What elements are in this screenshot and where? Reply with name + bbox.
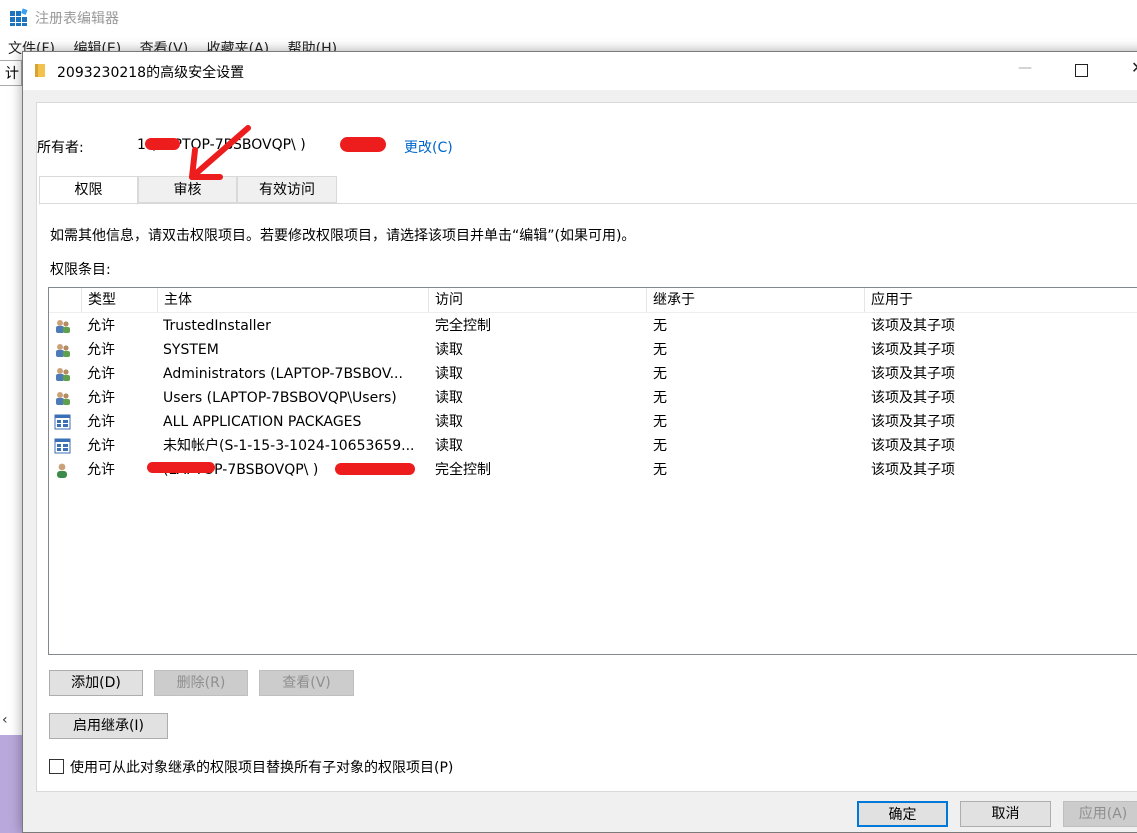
annotation-arrow-icon — [189, 125, 251, 180]
